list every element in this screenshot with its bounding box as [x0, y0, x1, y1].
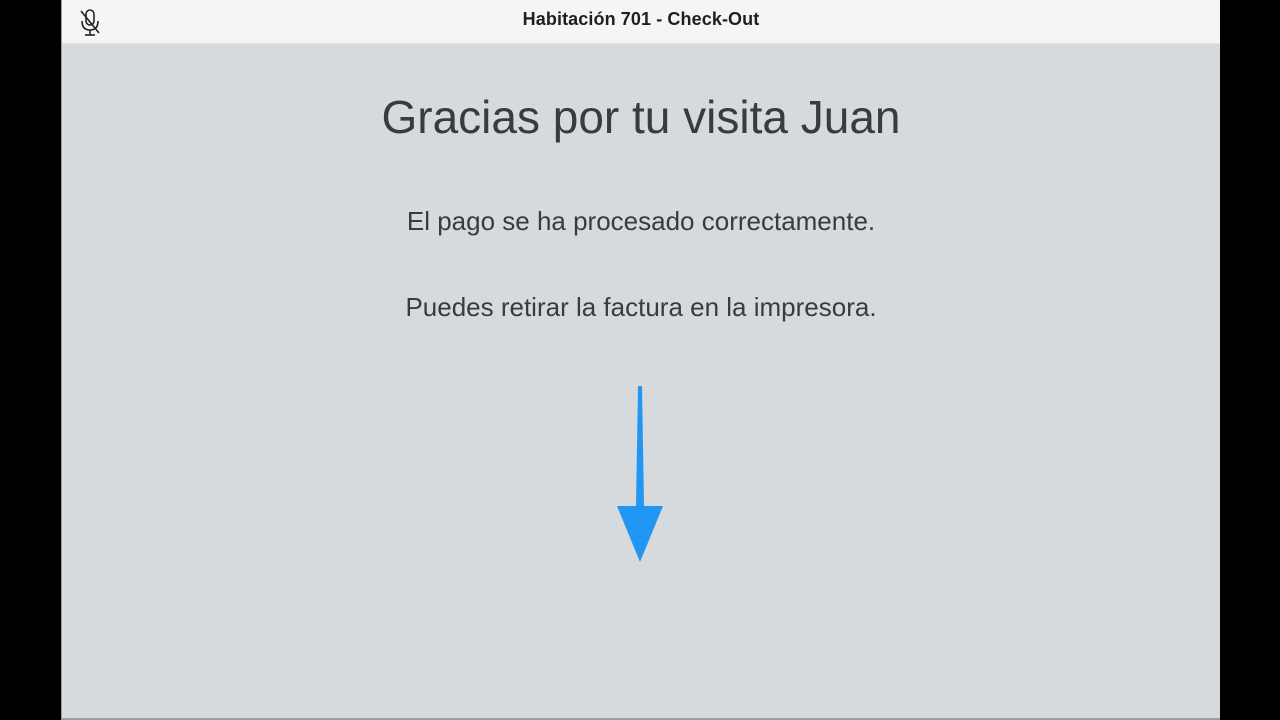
thank-you-headline: Gracias por tu visita Juan	[381, 91, 901, 143]
window-title: Habitación 701 - Check-Out	[522, 9, 760, 29]
title-bar: Habitación 701 - Check-Out	[62, 0, 1220, 44]
arrow-down-icon	[617, 386, 663, 562]
payment-success-message: El pago se ha procesado correctamente.	[406, 206, 876, 236]
checkout-window: Habitación 701 - Check-Out Gracias por t…	[61, 0, 1220, 720]
invoice-pickup-message: Puedes retirar la factura en la impresor…	[405, 292, 877, 322]
